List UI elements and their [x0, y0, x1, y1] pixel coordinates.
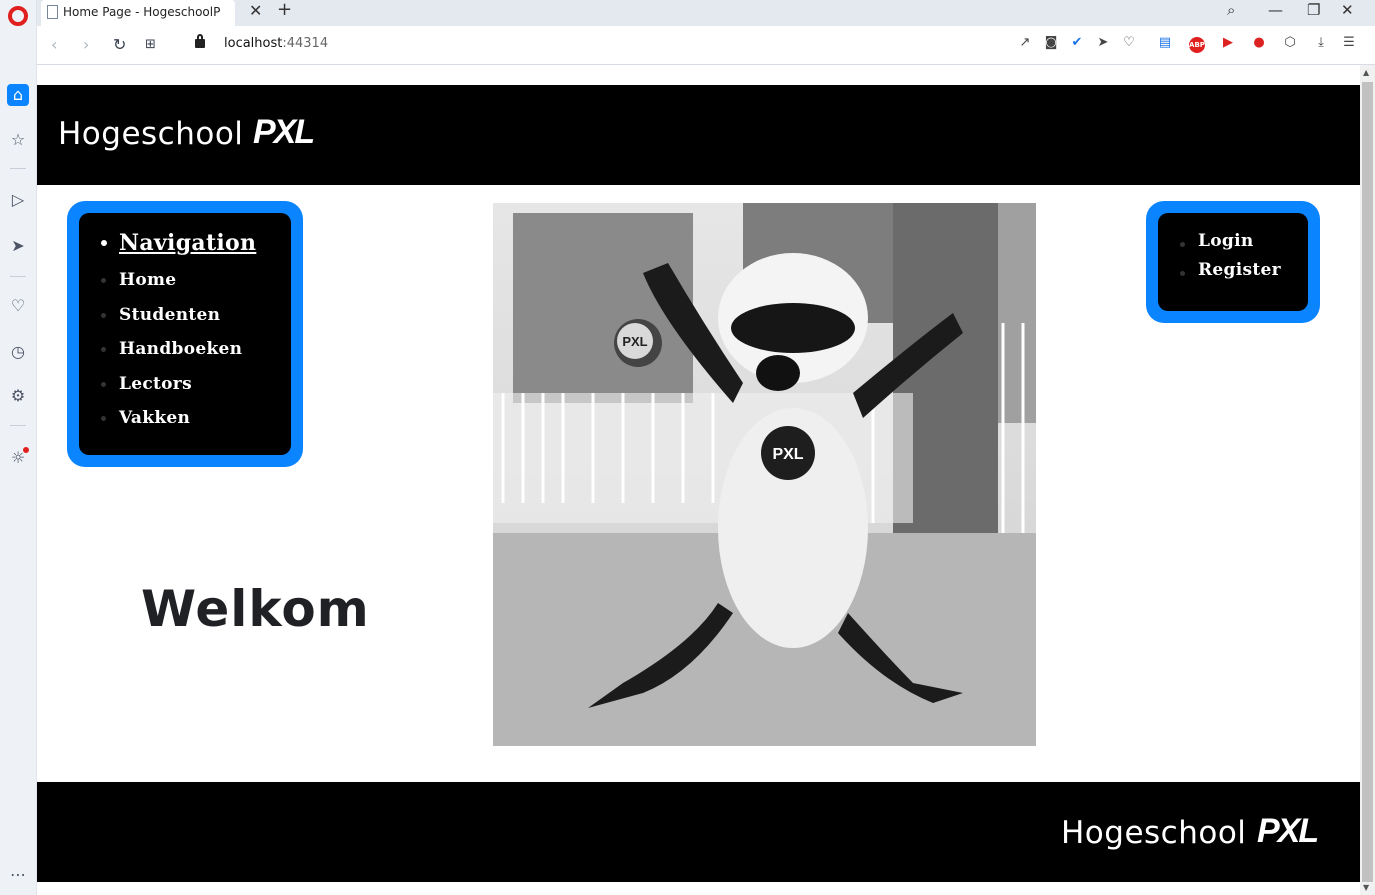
site-header: Hogeschool PXL — [37, 85, 1360, 185]
navigation-title[interactable]: Navigation — [99, 223, 291, 263]
close-tab-icon[interactable]: ✕ — [249, 1, 262, 20]
history-icon[interactable]: ◷ — [7, 341, 29, 363]
login-link[interactable]: Login — [1178, 227, 1308, 256]
notification-dot — [23, 447, 29, 453]
back-icon[interactable]: ‹ — [51, 35, 57, 54]
nav-item-handboeken[interactable]: Handboeken — [99, 332, 291, 367]
pxl-logo-icon[interactable]: PXL — [253, 113, 315, 152]
send-icon[interactable]: ➤ — [7, 235, 29, 257]
tab-title: Home Page - HogeschoolP — [63, 5, 221, 19]
sidebar-separator — [10, 425, 26, 426]
settings-icon[interactable]: ⚙ — [7, 385, 29, 407]
close-window-icon[interactable]: ✕ — [1341, 1, 1354, 19]
star-icon[interactable]: ☆ — [7, 129, 29, 151]
scroll-up-icon[interactable]: ▲ — [1363, 68, 1369, 77]
more-icon[interactable]: ⋯ — [7, 864, 29, 886]
web-page: Hogeschool PXL Navigation Home Studenten… — [37, 65, 1360, 895]
cube-icon[interactable]: ⬡ — [1281, 35, 1299, 50]
nav-item-lectors[interactable]: Lectors — [99, 367, 291, 402]
home-icon[interactable]: ⌂ — [7, 84, 29, 106]
opera-logo-icon[interactable] — [8, 6, 28, 26]
play-icon[interactable]: ▷ — [7, 189, 29, 211]
header-brand[interactable]: Hogeschool — [58, 116, 243, 152]
download-icon[interactable]: ⤓ — [1312, 35, 1330, 50]
abp-icon[interactable]: ABP — [1189, 37, 1205, 53]
restore-icon[interactable]: ❐ — [1307, 1, 1320, 19]
heart-icon[interactable]: ♡ — [7, 295, 29, 317]
footer-brand[interactable]: Hogeschool — [1061, 815, 1246, 851]
record-icon[interactable]: ● — [1250, 35, 1268, 50]
nav-item-studenten[interactable]: Studenten — [99, 298, 291, 333]
register-link[interactable]: Register — [1178, 256, 1308, 285]
scroll-down-icon[interactable]: ▼ — [1363, 883, 1369, 892]
share-icon[interactable]: ↗ — [1016, 35, 1034, 50]
tab-bar: Home Page - HogeschoolP ✕ + ⌕ — ❐ ✕ — [37, 0, 1375, 26]
welcome-heading: Welkom — [141, 580, 370, 638]
forward-icon[interactable]: › — [83, 35, 89, 54]
new-tab-icon[interactable]: + — [277, 0, 292, 20]
shield-check-icon[interactable]: ✔ — [1068, 35, 1086, 50]
player-icon[interactable]: ▶ — [1219, 35, 1237, 50]
tab-home-page[interactable]: Home Page - HogeschoolP — [41, 0, 235, 26]
tabs-icon[interactable]: ▤ — [1156, 35, 1174, 50]
reload-icon[interactable]: ↻ — [113, 35, 126, 54]
mascot-photo: PXL PXL — [493, 203, 1036, 746]
camera-icon[interactable]: ◙ — [1042, 35, 1060, 50]
navigation-panel: Navigation Home Studenten Handboeken Lec… — [67, 201, 303, 467]
send-icon[interactable]: ➤ — [1094, 35, 1112, 50]
svg-text:PXL: PXL — [772, 446, 803, 463]
footer-pxl-logo-icon[interactable]: PXL — [1257, 812, 1319, 851]
heart-icon[interactable]: ♡ — [1120, 35, 1138, 50]
lock-icon[interactable] — [195, 34, 205, 48]
address-bar: ‹ › ↻ ⊞ localhost:44314 ↗ ◙ ✔ ➤ ♡ ▤ ABP … — [37, 26, 1375, 65]
sidebar-separator — [10, 276, 26, 277]
nav-item-vakken[interactable]: Vakken — [99, 401, 291, 436]
scroll-thumb[interactable] — [1362, 82, 1373, 882]
opera-sidebar: ⌂ ☆ ▷ ➤ ♡ ◷ ⚙ ☼ ⋯ — [0, 0, 37, 895]
speed-dial-icon[interactable]: ⊞ — [145, 37, 156, 52]
url-field[interactable]: localhost:44314 — [224, 36, 328, 51]
page-icon — [47, 5, 58, 19]
sidebar-separator — [10, 168, 26, 169]
menu-icon[interactable]: ☰ — [1340, 35, 1358, 50]
page-scrollbar[interactable]: ▲ ▼ — [1360, 65, 1375, 895]
auth-panel: Login Register — [1146, 201, 1320, 323]
site-footer: Hogeschool PXL — [37, 782, 1360, 882]
minimize-icon[interactable]: — — [1268, 1, 1283, 19]
search-tabs-icon[interactable]: ⌕ — [1227, 1, 1235, 19]
svg-text:PXL: PXL — [622, 334, 647, 349]
nav-item-home[interactable]: Home — [99, 263, 291, 298]
